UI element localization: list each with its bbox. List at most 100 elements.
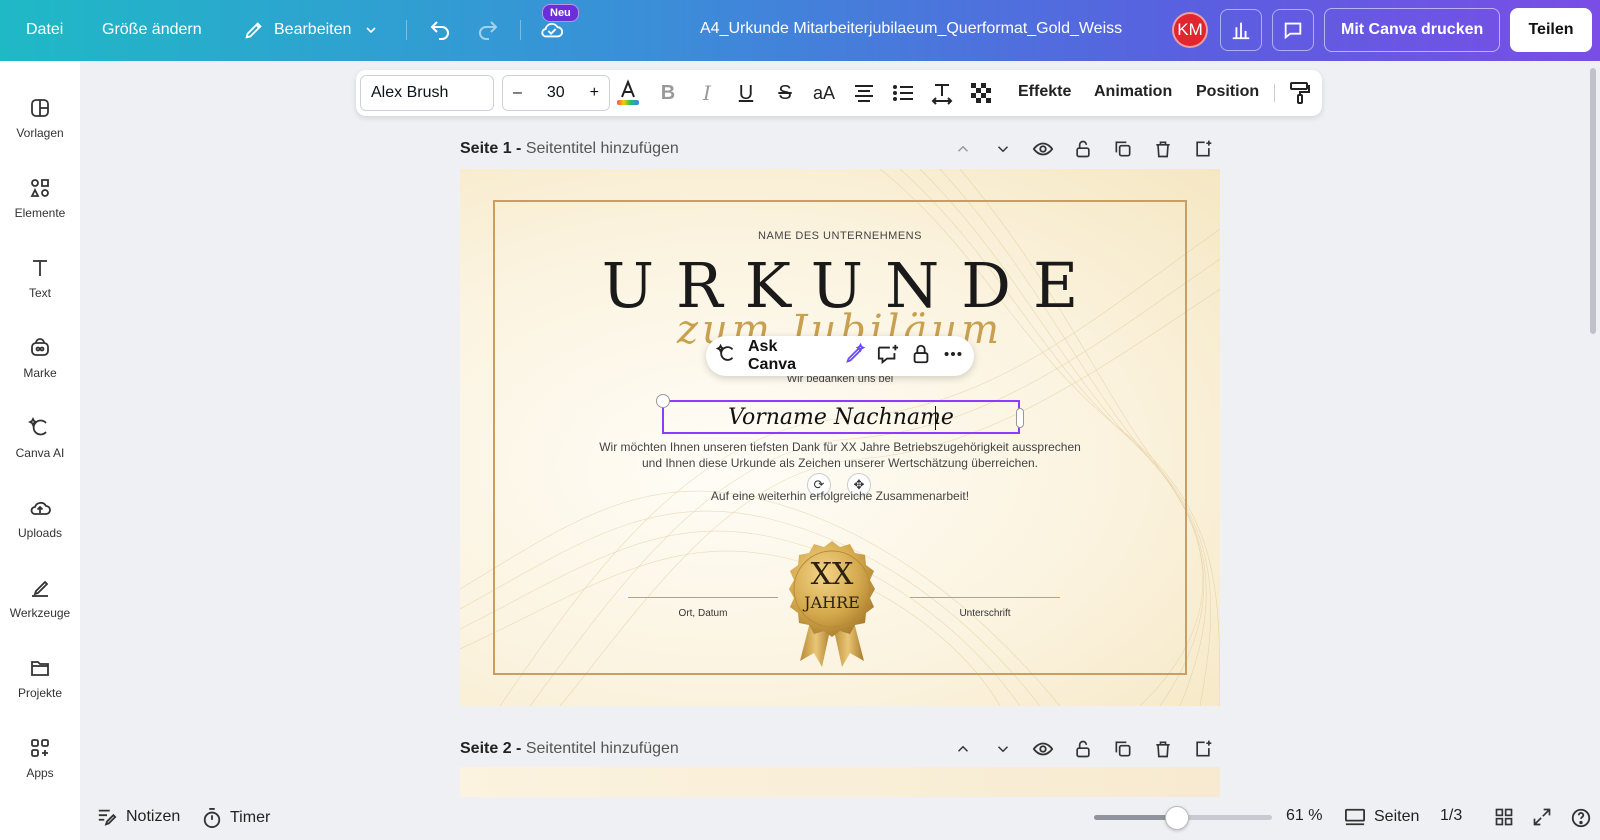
sidebar-item-canva-ai[interactable]: Canva AI <box>0 403 80 473</box>
duplicate-icon <box>1115 741 1131 757</box>
lock-page-button[interactable] <box>1072 138 1094 160</box>
sidebar-item-text[interactable]: Text <box>0 243 80 313</box>
pages-view-button[interactable]: Seiten <box>1344 807 1419 827</box>
bold-icon: B <box>660 81 676 104</box>
magic-pen-icon <box>846 342 866 363</box>
page-2-actions <box>952 738 1214 760</box>
sidebar-item-projects[interactable]: Projekte <box>0 643 80 713</box>
transparency-icon <box>971 83 991 103</box>
body-text-line-2[interactable]: und Ihnen diese Urkunde als Zeichen unse… <box>460 455 1220 471</box>
redo-button[interactable] <box>476 18 500 42</box>
canva-ai-icon <box>28 416 47 436</box>
sidebar-item-elements[interactable]: Elemente <box>0 163 80 233</box>
sidebar-item-label: Apps <box>26 766 54 780</box>
add-page-icon <box>1196 740 1212 757</box>
sidebar-item-brand[interactable]: Marke <box>0 323 80 393</box>
effects-button[interactable]: Effekte <box>1018 83 1071 101</box>
place-date-label[interactable]: Ort, Datum <box>628 608 778 619</box>
add-comment-button[interactable] <box>876 343 900 370</box>
certificate-page-2[interactable] <box>460 767 1220 797</box>
position-button[interactable]: Position <box>1196 83 1259 101</box>
bottom-bar: Notizen Timer 61 % Seiten 1/3 <box>80 797 1600 840</box>
closing-text[interactable]: Auf eine weiterhin erfolgreiche Zusammen… <box>460 488 1220 504</box>
file-menu-button[interactable]: Datei <box>20 10 69 50</box>
zoom-slider-knob[interactable] <box>1164 806 1189 830</box>
avatar[interactable]: KM <box>1172 12 1208 48</box>
delete-page-button[interactable] <box>1152 138 1174 160</box>
tools-icon <box>32 580 49 597</box>
chevron-up-icon <box>957 145 969 152</box>
duplicate-page-button[interactable] <box>1112 738 1134 760</box>
delete-page-button[interactable] <box>1152 738 1174 760</box>
body-text-line-1[interactable]: Wir möchten Ihnen unseren tiefsten Dank … <box>460 439 1220 455</box>
company-name[interactable]: NAME DES UNTERNEHMENS <box>460 230 1220 242</box>
recipient-name-textbox[interactable]: Vorname Nachname <box>656 394 1024 434</box>
more-options-button[interactable] <box>942 343 964 370</box>
copy-style-button[interactable] <box>1286 79 1314 107</box>
help-button[interactable] <box>1570 807 1592 829</box>
sidebar-item-uploads[interactable]: Uploads <box>0 483 80 553</box>
pages-label: Seiten <box>1374 808 1420 825</box>
decrease-size-button[interactable]: – <box>513 84 522 102</box>
timer-button[interactable]: Timer <box>202 807 270 829</box>
templates-icon <box>31 99 49 117</box>
underline-button[interactable]: U <box>732 79 760 107</box>
page-title-input[interactable]: Seitentitel hinzufügen <box>526 140 679 157</box>
gold-seal[interactable]: XX JAHRE <box>782 539 882 669</box>
text-color-button[interactable] <box>614 79 642 107</box>
add-page-button[interactable] <box>1192 138 1214 160</box>
font-family-select[interactable]: Alex Brush <box>360 75 494 111</box>
letter-case-button[interactable]: aA <box>810 79 838 107</box>
rotate-handle[interactable] <box>656 394 670 408</box>
sidebar-item-apps[interactable]: Apps <box>0 723 80 793</box>
spacing-button[interactable] <box>928 79 956 107</box>
notes-button[interactable]: Notizen <box>96 807 180 827</box>
strikethrough-button[interactable]: S <box>771 79 799 107</box>
recipient-name[interactable]: Vorname Nachname <box>728 405 954 430</box>
increase-size-button[interactable]: + <box>590 84 599 102</box>
undo-button[interactable] <box>428 18 452 42</box>
move-page-up-button[interactable] <box>952 138 974 160</box>
move-page-up-button[interactable] <box>952 738 974 760</box>
move-page-down-button[interactable] <box>992 138 1014 160</box>
align-button[interactable] <box>850 79 878 107</box>
share-button[interactable]: Teilen <box>1510 8 1592 52</box>
italic-button[interactable]: I <box>693 79 721 107</box>
grid-view-button[interactable] <box>1494 807 1514 827</box>
transparency-button[interactable] <box>967 79 995 107</box>
zoom-slider[interactable] <box>1094 806 1272 830</box>
signature-label[interactable]: Unterschrift <box>910 608 1060 619</box>
resize-button[interactable]: Größe ändern <box>96 10 208 50</box>
certificate-page[interactable]: NAME DES UNTERNEHMENS URKUNDE zum Jubilä… <box>460 169 1220 706</box>
lock-page-button[interactable] <box>1072 738 1094 760</box>
font-size-stepper[interactable]: – 30 + <box>502 75 610 111</box>
magic-write-button[interactable] <box>844 342 866 370</box>
edit-mode-button[interactable]: Bearbeiten <box>236 10 389 50</box>
lock-element-button[interactable] <box>910 343 932 370</box>
add-page-button[interactable] <box>1192 738 1214 760</box>
comments-button[interactable] <box>1272 9 1314 51</box>
ask-canva-button[interactable]: Ask Canva <box>748 338 828 374</box>
page-title-input[interactable]: Seitentitel hinzufügen <box>526 740 679 757</box>
sidebar-item-templates[interactable]: Vorlagen <box>0 83 80 153</box>
chevron-down-icon <box>359 18 383 42</box>
zoom-value[interactable]: 61 % <box>1286 807 1322 825</box>
animation-button[interactable]: Animation <box>1094 83 1172 101</box>
document-title[interactable]: A4_Urkunde Mitarbeiterjubilaeum_Querform… <box>700 20 1122 38</box>
hide-page-button[interactable] <box>1032 738 1054 760</box>
duplicate-page-button[interactable] <box>1112 138 1134 160</box>
page-count[interactable]: 1/3 <box>1440 807 1462 825</box>
hide-page-button[interactable] <box>1032 138 1054 160</box>
fullscreen-button[interactable] <box>1532 807 1552 827</box>
insights-button[interactable] <box>1220 9 1262 51</box>
resize-handle[interactable] <box>1016 408 1024 428</box>
print-with-canva-button[interactable]: Mit Canva drucken <box>1324 8 1501 52</box>
sidebar-item-label: Canva AI <box>15 446 65 460</box>
move-page-down-button[interactable] <box>992 738 1014 760</box>
sidebar-item-tools[interactable]: Werkzeuge <box>0 563 80 633</box>
folder-icon <box>31 661 49 676</box>
vertical-scrollbar[interactable] <box>1590 68 1596 334</box>
bold-button[interactable]: B <box>654 79 682 107</box>
font-size-value[interactable]: 30 <box>547 84 565 102</box>
list-button[interactable] <box>889 79 917 107</box>
